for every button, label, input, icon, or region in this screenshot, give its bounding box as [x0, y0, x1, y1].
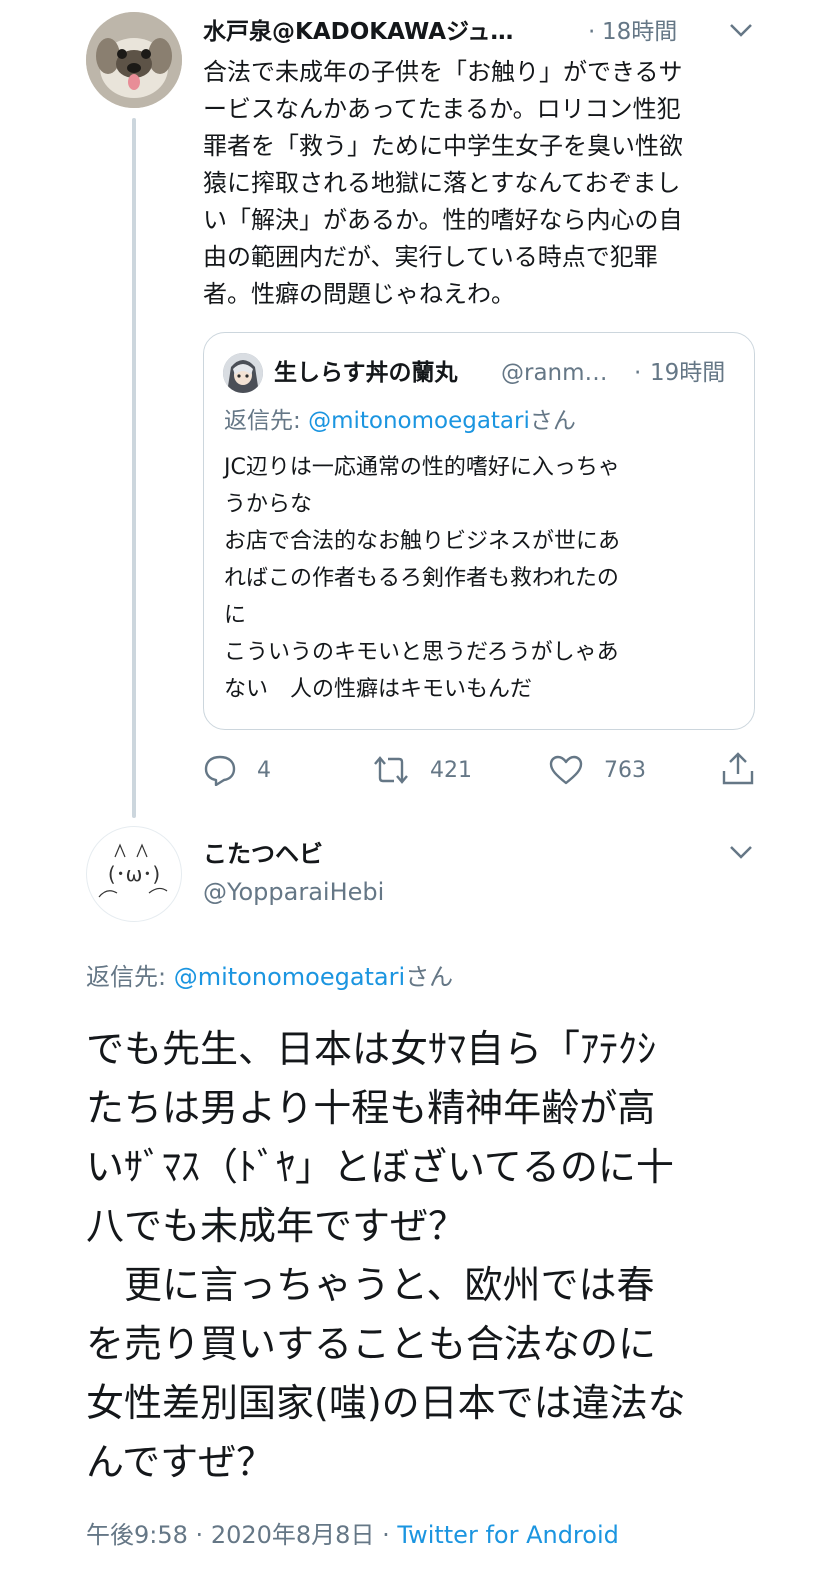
reply-icon	[204, 755, 236, 786]
quote-reply-suffix: さん	[529, 408, 576, 434]
quote-text: JC辺りは一応通常の性的嗜好に入っちゃ うからな お店で合法的なお触りビジネスが…	[224, 455, 621, 702]
tweet1-text: 合法で未成年の子供を「お触り」ができるサ ービスなんかあってたまるか。ロリコン性…	[203, 58, 683, 308]
avatar-art: (･ω･)	[108, 862, 160, 886]
tweet2-footer-sep1: ·	[195, 1521, 204, 1549]
tweet2-reply-context: 返信先: @mitonomoegatariさん	[86, 958, 453, 996]
quote-reply-handle[interactable]: @mitonomoegatari	[308, 408, 530, 434]
share-icon[interactable]	[721, 751, 755, 791]
tweet2-footer-date: 2020年8月8日	[210, 1521, 375, 1549]
tweet1-separator: ·	[588, 19, 596, 45]
quote-handle: @ranm…	[501, 360, 608, 386]
retweet-button[interactable]: 421	[372, 752, 472, 788]
quote-reply-prefix: 返信先:	[224, 408, 309, 434]
quoted-tweet[interactable]: 生しらす丼の蘭丸 @ranm… · 19時間 返信先: @mitonomoega…	[203, 332, 755, 730]
anime-avatar-icon	[223, 353, 263, 393]
like-count: 763	[604, 757, 646, 783]
tweet2-reply-handle[interactable]: @mitonomoegatari	[174, 963, 405, 991]
tweet2-footer: 午後9:58 · 2020年8月8日 · Twitter for Android	[86, 1516, 619, 1554]
tweet2-reply-suffix: さん	[405, 963, 454, 991]
thread-connector-line	[132, 118, 136, 818]
retweet-icon	[374, 756, 408, 784]
quote-separator: ·	[634, 360, 642, 386]
quote-reply-context: 返信先: @mitonomoegatariさん	[224, 403, 576, 439]
tweet2-footer-source[interactable]: Twitter for Android	[397, 1521, 618, 1549]
dog-avatar-icon[interactable]	[86, 12, 182, 108]
reply-button[interactable]: 4	[203, 752, 271, 788]
like-button[interactable]: 763	[548, 752, 646, 788]
cat-avatar-icon[interactable]: (･ω･)	[86, 826, 182, 922]
tweet1-author-name[interactable]: 水戸泉@KADOKAWAジュ…	[203, 14, 513, 50]
quote-author-name: 生しらす丼の蘭丸	[274, 360, 458, 386]
tweet2-author-name[interactable]: こたつヘビ	[203, 836, 323, 872]
quote-time: 19時間	[650, 360, 726, 386]
retweet-count: 421	[430, 757, 472, 783]
heart-icon	[549, 755, 583, 785]
tweet2-reply-prefix: 返信先:	[86, 963, 174, 991]
chevron-down-icon[interactable]	[728, 842, 754, 866]
tweet2-handle[interactable]: @YopparaiHebi	[203, 874, 384, 910]
chevron-down-icon[interactable]	[728, 20, 754, 44]
tweet1-time[interactable]: 18時間	[602, 14, 677, 50]
tweet2-footer-sep2: ·	[382, 1521, 390, 1549]
reply-count: 4	[257, 757, 271, 783]
tweet2-footer-time: 午後9:58	[86, 1521, 188, 1549]
tweet2-text: でも先生、日本は女ｻﾏ自ら「ｱﾃｸｼ たちは男より十程も精神年齢が高 いｻﾞﾏｽ…	[86, 1027, 686, 1484]
